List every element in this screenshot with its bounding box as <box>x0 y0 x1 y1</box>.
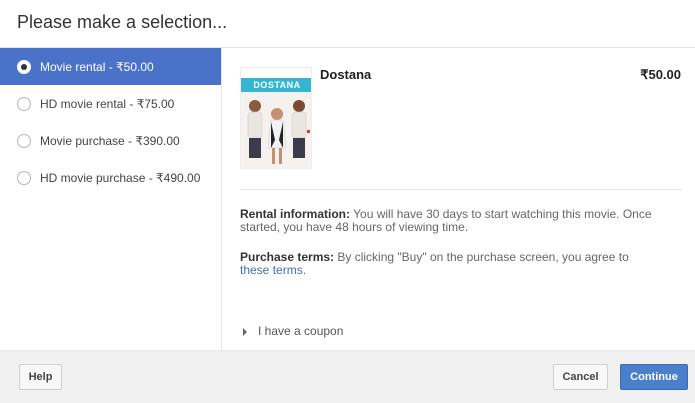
terms-link[interactable]: these terms <box>240 263 303 277</box>
radio-button[interactable] <box>17 134 31 148</box>
option-hd-movie-purchase[interactable]: HD movie purchase - ₹490.00 <box>0 159 221 196</box>
purchase-terms: Purchase terms: By clicking "Buy" on the… <box>240 251 655 277</box>
coupon-toggle[interactable]: I have a coupon <box>243 324 343 338</box>
poster-figures-image <box>247 100 310 164</box>
help-button[interactable]: Help <box>19 364 62 390</box>
purchase-options-list: Movie rental - ₹50.00 HD movie rental - … <box>0 48 222 350</box>
dialog-title: Please make a selection... <box>17 12 228 32</box>
option-movie-rental[interactable]: Movie rental - ₹50.00 <box>0 48 221 85</box>
poster-title-band: DOSTANA <box>241 78 311 92</box>
caret-right-icon <box>243 327 247 336</box>
selection-dialog: Please make a selection... Movie rental … <box>0 0 695 403</box>
divider <box>240 189 682 190</box>
purchase-terms-period: . <box>302 263 307 277</box>
radio-button-selected[interactable] <box>17 60 31 74</box>
poster-artwork <box>241 92 311 168</box>
details-panel: DOSTANA Dostana ₹50.00 Rental informatio… <box>223 48 695 350</box>
rental-information: Rental information: You will have 30 day… <box>240 208 655 234</box>
option-hd-movie-rental[interactable]: HD movie rental - ₹75.00 <box>0 85 221 122</box>
movie-title: Dostana <box>320 67 372 82</box>
radio-button[interactable] <box>17 97 31 111</box>
radio-dot <box>21 64 27 70</box>
dialog-footer: Help Cancel Continue <box>0 350 695 403</box>
movie-price: ₹50.00 <box>640 67 681 82</box>
option-label: HD movie rental - ₹75.00 <box>40 97 175 111</box>
coupon-label: I have a coupon <box>258 324 344 338</box>
movie-poster: DOSTANA <box>240 67 312 169</box>
option-label: Movie rental - ₹50.00 <box>40 60 154 74</box>
option-label: Movie purchase - ₹390.00 <box>40 134 180 148</box>
purchase-terms-text: By clicking "Buy" on the purchase screen… <box>337 250 629 264</box>
dialog-header: Please make a selection... <box>0 0 695 48</box>
purchase-terms-label: Purchase terms: <box>240 250 335 264</box>
poster-top-strip <box>241 68 311 78</box>
cancel-button[interactable]: Cancel <box>553 364 608 390</box>
radio-button[interactable] <box>17 171 31 185</box>
rental-info-label: Rental information: <box>240 207 350 221</box>
option-movie-purchase[interactable]: Movie purchase - ₹390.00 <box>0 122 221 159</box>
continue-button[interactable]: Continue <box>620 364 688 390</box>
option-label: HD movie purchase - ₹490.00 <box>40 171 201 185</box>
